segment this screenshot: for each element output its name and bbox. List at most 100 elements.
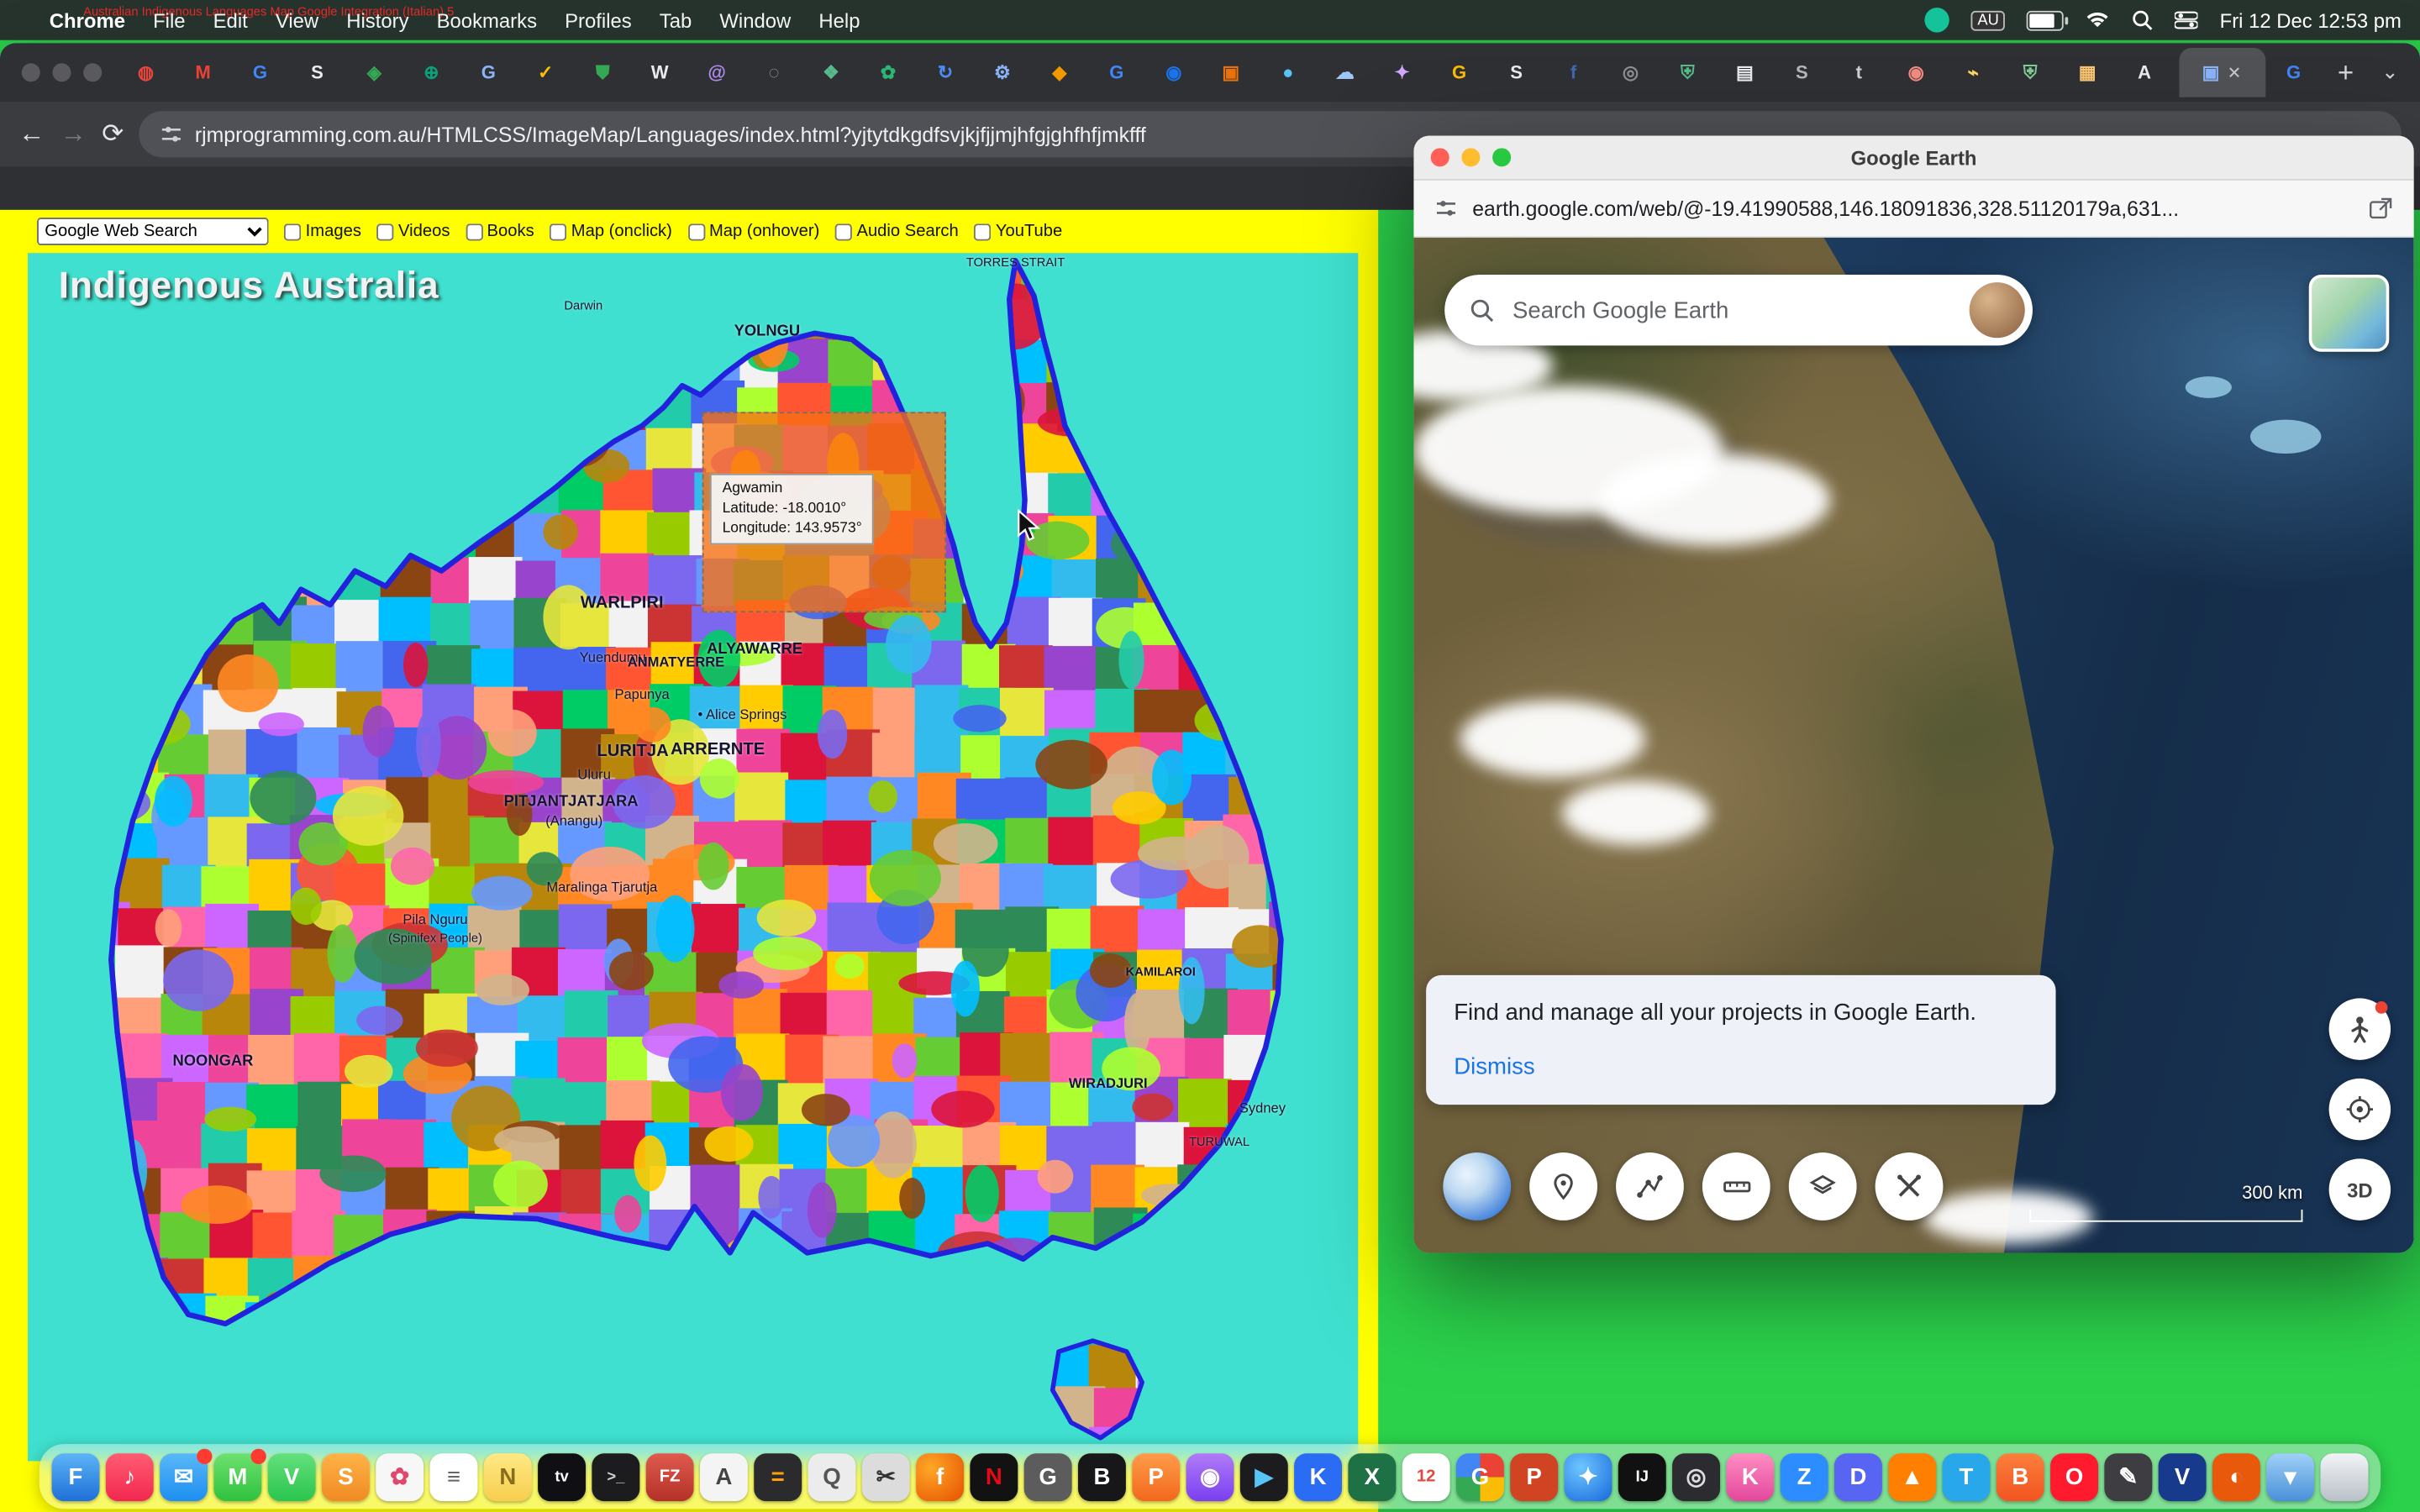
dock-icon[interactable]: ✎ — [2104, 1452, 2152, 1500]
dock-icon[interactable]: F — [52, 1452, 100, 1500]
browser-tab[interactable]: ◈ — [345, 48, 402, 97]
option-checkbox[interactable] — [974, 223, 991, 239]
browser-tab[interactable]: G — [232, 48, 289, 97]
menu-item[interactable]: Edit — [213, 8, 248, 32]
browser-tab[interactable]: ✦ — [1374, 48, 1431, 97]
browser-tab[interactable]: ⊕ — [402, 48, 460, 97]
dock-icon[interactable]: = — [754, 1452, 802, 1500]
menu-item[interactable]: Window — [719, 8, 791, 32]
browser-tab[interactable]: A — [2116, 48, 2173, 97]
menu-item[interactable]: Tab — [660, 8, 692, 32]
region-label[interactable]: (Spinifex People) — [388, 931, 482, 945]
dock-icon[interactable]: tv — [538, 1452, 586, 1500]
dock-icon[interactable]: ▶ — [1240, 1452, 1288, 1500]
open-in-browser-icon[interactable] — [2369, 197, 2392, 219]
window-controls-inactive[interactable] — [9, 63, 118, 81]
back-button[interactable]: ← — [18, 118, 45, 150]
browser-tab[interactable]: S — [1773, 48, 1830, 97]
browser-tab[interactable]: ◎ — [1602, 48, 1660, 97]
browser-tab[interactable]: ● — [1260, 48, 1317, 97]
browser-tab[interactable]: S — [288, 48, 345, 97]
dock-icon[interactable]: X — [1348, 1452, 1396, 1500]
ge-title-bar[interactable]: Google Earth — [1413, 136, 2413, 181]
dock-icon[interactable]: ✿ — [376, 1452, 424, 1500]
new-tab-button[interactable]: + — [2323, 56, 2370, 89]
dock-icon[interactable]: G — [1024, 1452, 1072, 1500]
region-label[interactable]: KAMILAROI — [1126, 965, 1196, 979]
browser-tab[interactable]: ✿ — [860, 48, 917, 97]
dock-icon[interactable]: S — [322, 1452, 370, 1500]
measure-ruler-button[interactable] — [1702, 1152, 1770, 1221]
region-label[interactable]: Maralinga Tjarutja — [546, 879, 657, 895]
dock-icon[interactable]: O — [2050, 1452, 2098, 1500]
region-label[interactable]: TURUWAL — [1189, 1135, 1249, 1149]
dock-icon[interactable] — [2321, 1452, 2369, 1500]
region-label[interactable]: Papunya — [614, 686, 669, 701]
browser-tab[interactable]: f — [1545, 48, 1602, 97]
dock-icon[interactable]: K — [1294, 1452, 1342, 1500]
browser-tab[interactable]: M — [175, 48, 232, 97]
tools-button[interactable] — [1876, 1152, 1944, 1221]
region-label[interactable]: (Anangu) — [545, 813, 602, 828]
dock-icon[interactable]: D — [1834, 1452, 1882, 1500]
browser-tab[interactable]: G — [1431, 48, 1488, 97]
layers-globe-button[interactable] — [1443, 1152, 1511, 1221]
menu-item[interactable]: File — [153, 8, 185, 32]
close-window-button[interactable] — [22, 63, 40, 81]
menu-app-name[interactable]: Chrome — [50, 8, 125, 32]
dock-icon[interactable]: N — [970, 1452, 1018, 1500]
dock-icon[interactable]: ✦ — [1565, 1452, 1612, 1500]
option-checkbox[interactable] — [687, 223, 704, 239]
browser-tab[interactable]: ◍ — [118, 48, 175, 97]
dock-icon[interactable]: >_ — [592, 1452, 639, 1500]
dock-icon[interactable]: M • — [213, 1452, 261, 1500]
active-tab[interactable]: ▣ ✕ — [2179, 48, 2265, 97]
browser-tab[interactable]: ▣ — [1202, 48, 1260, 97]
region-label[interactable]: Darwin — [564, 298, 602, 312]
region-label[interactable]: NOONGAR — [172, 1053, 253, 1070]
layers-button[interactable] — [1789, 1152, 1857, 1221]
dock-icon[interactable]: ♪ — [106, 1452, 154, 1500]
browser-tab[interactable]: ▤ — [1716, 48, 1773, 97]
browser-tab[interactable]: ◉ — [1145, 48, 1202, 97]
menu-item[interactable]: View — [276, 8, 318, 32]
dock-icon[interactable]: V — [2159, 1452, 2207, 1500]
browser-tab[interactable]: ◌ — [745, 48, 802, 97]
earth-search-box[interactable]: Search Google Earth — [1444, 275, 2033, 345]
dock-icon[interactable]: ◐ — [2212, 1452, 2260, 1500]
dock-icon[interactable]: FZ — [646, 1452, 694, 1500]
forward-button[interactable]: → — [60, 118, 87, 150]
checkbox-option[interactable]: Books — [466, 222, 534, 240]
region-label[interactable]: YOLNGU — [734, 323, 801, 340]
checkbox-option[interactable]: Videos — [376, 222, 450, 240]
browser-tab[interactable]: ⛊ — [574, 48, 631, 97]
checkbox-option[interactable]: Map (onhover) — [687, 222, 819, 240]
browser-tab[interactable]: @ — [688, 48, 745, 97]
close-tab-icon[interactable]: ✕ — [2228, 62, 2242, 82]
ge-address-bar[interactable]: earth.google.com/web/@-19.41990588,146.1… — [1413, 181, 2413, 238]
dock-icon[interactable]: 12 — [1402, 1452, 1450, 1500]
dock-icon[interactable]: ◎ — [1672, 1452, 1720, 1500]
dock-icon[interactable]: V — [268, 1452, 316, 1500]
browser-tab[interactable]: ◉ — [1887, 48, 1944, 97]
dock-icon[interactable]: N — [484, 1452, 532, 1500]
reload-button[interactable]: ⟳ — [102, 118, 124, 150]
region-label[interactable]: Uluru — [577, 767, 611, 782]
menu-item[interactable]: Help — [818, 8, 860, 32]
overview-minimap[interactable] — [2309, 275, 2390, 352]
browser-tab[interactable]: S — [1488, 48, 1545, 97]
browser-tab[interactable]: ◆ — [1031, 48, 1088, 97]
checkbox-option[interactable]: Map (onclick) — [550, 222, 672, 240]
dock-icon[interactable]: K — [1726, 1452, 1774, 1500]
indigenous-australia-map[interactable]: Indigenous Australia TORRES STRAIT Darwi… — [28, 253, 1358, 1461]
dock-icon[interactable]: ▾ — [2266, 1452, 2314, 1500]
region-label[interactable]: Pila Nguru — [402, 912, 467, 927]
dock-icon[interactable]: G — [1456, 1452, 1504, 1500]
browser-tab[interactable]: ⚙ — [974, 48, 1031, 97]
grammarly-icon[interactable] — [1925, 8, 1949, 32]
region-label[interactable]: WIRADJURI — [1069, 1075, 1148, 1090]
option-checkbox[interactable] — [550, 223, 566, 239]
region-label[interactable]: PITJANTJATJARA — [504, 794, 639, 811]
input-source-indicator[interactable]: AU — [1971, 10, 2005, 30]
option-checkbox[interactable] — [284, 223, 301, 239]
